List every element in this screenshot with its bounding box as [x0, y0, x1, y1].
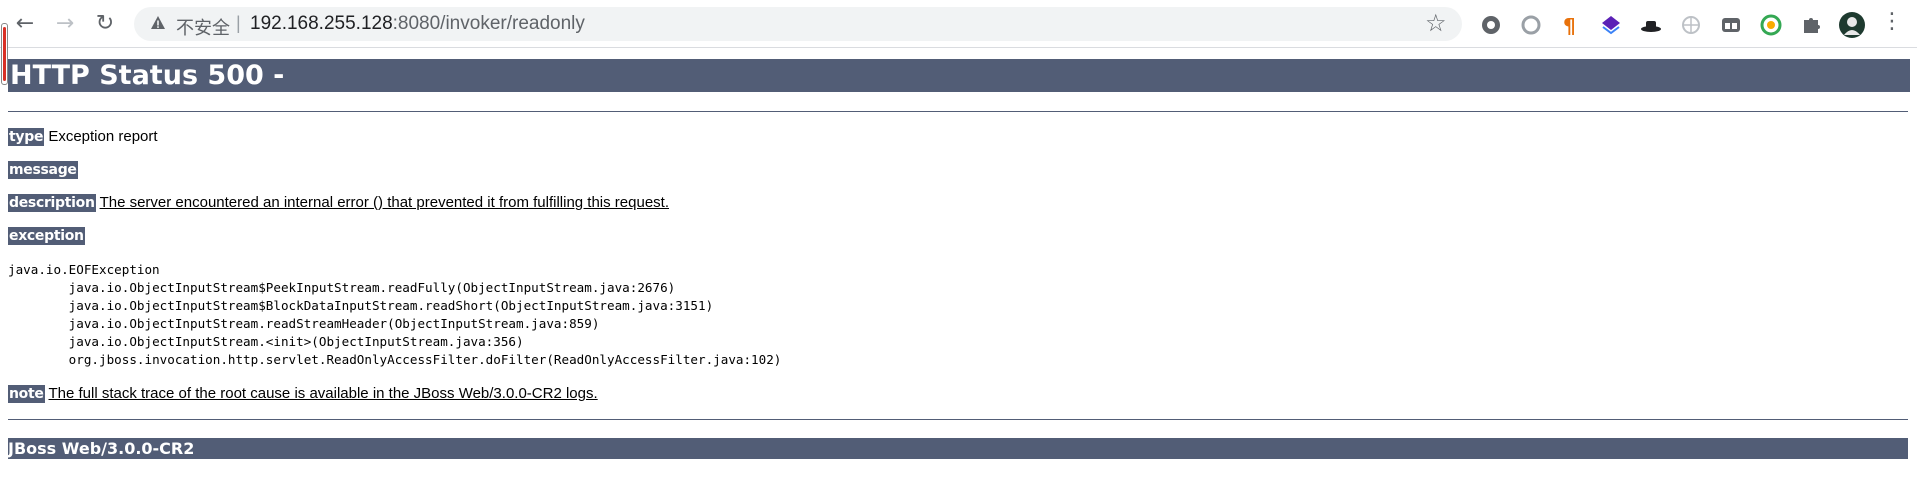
warning-icon[interactable] [150, 15, 166, 31]
message-row: message [8, 161, 78, 179]
note-label: note [8, 385, 45, 403]
gear-extension-icon[interactable] [1480, 14, 1502, 36]
more-vert-icon[interactable]: ⋮ [1881, 11, 1903, 33]
stack-trace: java.io.EOFException java.io.ObjectInput… [8, 262, 782, 367]
pilcrow-extension-icon[interactable]: ¶ [1560, 14, 1582, 36]
scroll-indicator [1, 23, 8, 85]
sync-extension-icon[interactable] [1760, 14, 1782, 36]
description-row: description The server encountered an in… [8, 194, 670, 212]
message-label: message [8, 161, 78, 179]
exception-label: exception [8, 227, 85, 245]
omnibox-separator: | [236, 13, 241, 33]
note-row: note The full stack trace of the root ca… [8, 385, 598, 403]
url-text[interactable]: 192.168.255.128:8080/invoker/readonly [250, 13, 585, 35]
type-label: type [8, 128, 45, 146]
exception-row: exception [8, 227, 85, 245]
description-value: The server encountered an internal error… [99, 194, 670, 211]
insecure-label[interactable]: 不安全 [176, 14, 230, 40]
avatar[interactable] [1838, 11, 1866, 39]
note-value: The full stack trace of the root cause i… [48, 385, 598, 402]
browser-toolbar: ← → ↻ 不安全 | 192.168.255.128:8080/invoker… [0, 0, 1917, 48]
url-path: :8080/invoker/readonly [392, 13, 585, 34]
divider-top [8, 111, 1908, 112]
page-title: HTTP Status 500 - [8, 59, 1910, 92]
puzzle-icon[interactable] [1800, 14, 1822, 36]
circle-extension-icon[interactable] [1520, 14, 1542, 36]
arrow-left-icon[interactable]: ← [10, 9, 40, 39]
tab-extension-icon[interactable] [1720, 14, 1742, 36]
reload-icon[interactable]: ↻ [90, 9, 120, 39]
footer-server-info: JBoss Web/3.0.0-CR2 [8, 438, 1908, 459]
description-label: description [8, 194, 96, 212]
arrow-right-icon[interactable]: → [50, 9, 80, 39]
type-value: Exception report [48, 128, 158, 145]
hat-extension-icon[interactable] [1640, 14, 1662, 36]
divider-bottom [8, 419, 1908, 420]
type-row: type Exception report [8, 128, 158, 146]
url-host: 192.168.255.128 [250, 13, 393, 34]
svg-text:¶: ¶ [1563, 14, 1576, 36]
star-icon[interactable]: ☆ [1425, 11, 1447, 35]
layers-extension-icon[interactable] [1600, 14, 1622, 36]
globe-extension-icon[interactable] [1680, 14, 1702, 36]
